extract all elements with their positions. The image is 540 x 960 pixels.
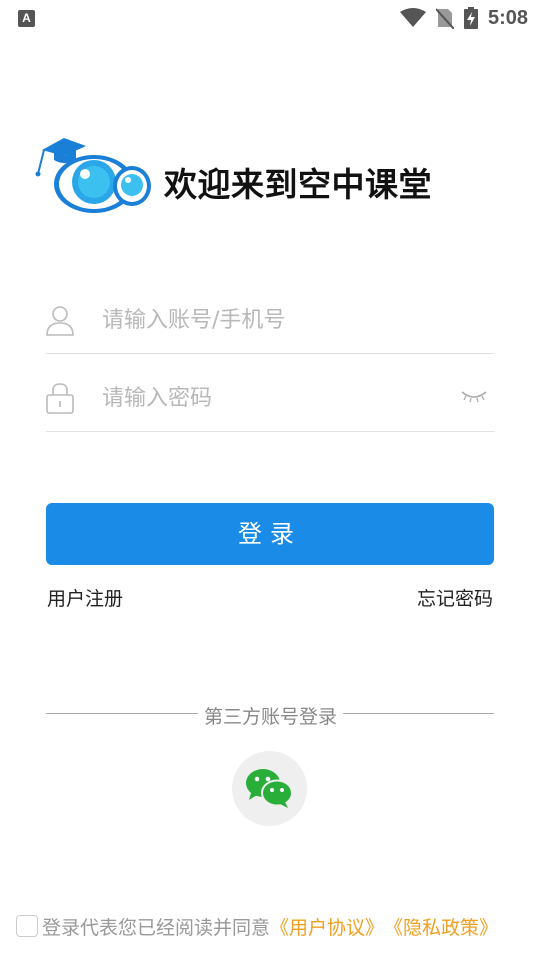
login-button[interactable]: 登录 (46, 503, 494, 565)
password-field (46, 362, 494, 432)
username-field (46, 284, 494, 354)
welcome-title: 欢迎来到空中课堂 (164, 165, 432, 204)
agreement-checkbox[interactable] (16, 915, 38, 937)
no-sim-icon (435, 8, 454, 29)
wifi-icon (399, 8, 426, 27)
user-icon (46, 306, 74, 336)
third-party-label: 第三方账号登录 (203, 706, 337, 728)
battery-charging-icon (463, 7, 478, 29)
divider-left (46, 713, 198, 714)
lock-icon (46, 383, 74, 414)
wechat-login-button[interactable] (232, 751, 307, 826)
clock: 5:08 (487, 6, 528, 29)
user-agreement-link[interactable]: 《用户协议》 (270, 913, 384, 940)
eye-closed-icon[interactable] (460, 388, 488, 404)
password-input[interactable] (102, 374, 462, 422)
privacy-policy-link[interactable]: 《隐私政策》 (384, 913, 498, 940)
app-logo-icon (35, 138, 151, 213)
status-bar: A 5:08 (0, 0, 540, 36)
notification-a-icon: A (18, 10, 35, 27)
agreement-text: 登录代表您已经阅读并同意 (42, 916, 271, 939)
agreement-row: 登录代表您已经阅读并同意 《用户协议》 《隐私政策》 (16, 912, 498, 940)
wechat-icon (246, 769, 293, 808)
forgot-password-link[interactable]: 忘记密码 (417, 584, 493, 611)
status-icons: 5:08 (399, 5, 528, 31)
username-input[interactable] (102, 296, 462, 344)
divider-right (343, 713, 494, 714)
register-link[interactable]: 用户注册 (47, 584, 123, 611)
